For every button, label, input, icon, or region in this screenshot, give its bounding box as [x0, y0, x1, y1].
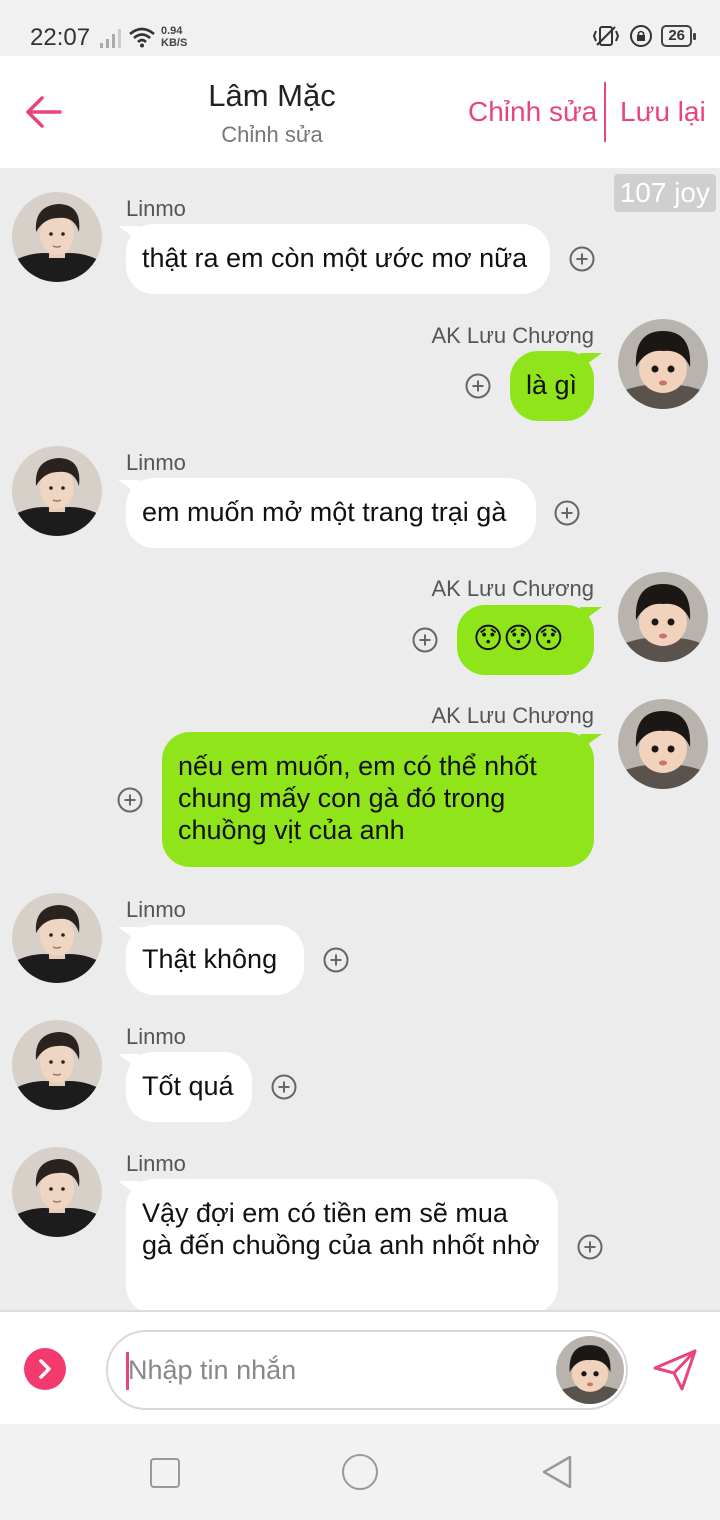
edit-button[interactable]: Chỉnh sửa [468, 96, 597, 128]
joy-badge: 107 joy [613, 174, 716, 212]
network-speed-unit: KB/S [161, 37, 188, 49]
add-circle-icon[interactable] [270, 1073, 298, 1101]
message-bubble[interactable]: Tốt quá [126, 1052, 252, 1122]
vibrate-icon [593, 26, 620, 46]
network-speed-value: 0.94 [161, 25, 183, 37]
rotation-lock-icon [630, 25, 653, 47]
wifi-icon [129, 27, 155, 48]
avatar-linmo[interactable] [12, 1020, 102, 1110]
add-circle-icon[interactable] [464, 372, 492, 400]
sender-name: Linmo [126, 450, 186, 475]
avatar-linmo[interactable] [12, 893, 102, 983]
chevron-right-icon [39, 1359, 51, 1379]
sender-name: Linmo [126, 196, 186, 221]
message-input-container[interactable] [106, 1330, 628, 1410]
sender-name: Linmo [126, 1151, 186, 1176]
add-circle-icon[interactable] [322, 946, 350, 974]
avatar-linmo[interactable] [12, 446, 102, 536]
add-circle-icon[interactable] [116, 786, 144, 814]
page-subtitle: Chỉnh sửa [221, 122, 323, 147]
avatar-linmo[interactable] [12, 192, 102, 282]
signal-icon [100, 29, 121, 48]
status-time: 22:07 [30, 24, 91, 51]
back-arrow-icon[interactable] [22, 90, 66, 134]
message-bubble[interactable]: 😯😯😯 [457, 605, 594, 675]
message-bubble[interactable]: là gì [510, 351, 594, 421]
system-nav-bar [0, 1424, 720, 1520]
add-circle-icon[interactable] [576, 1233, 604, 1261]
message-bubble[interactable]: em muốn mở một trang trại gà [126, 478, 536, 548]
sender-name: Linmo [126, 897, 186, 922]
status-icons: 26 [591, 24, 696, 48]
text-caret [126, 1352, 129, 1390]
nav-back-icon[interactable] [540, 1454, 574, 1490]
recent-apps-button[interactable] [150, 1458, 180, 1488]
status-bar: 22:07 0.94 KB/S 26 [0, 0, 720, 56]
sender-name: AK Lưu Chương [431, 703, 594, 728]
message-bubble[interactable]: Vậy đợi em có tiền em sẽ mua gà đến chuồ… [126, 1179, 558, 1310]
network-speed: 0.94 KB/S [161, 25, 187, 49]
avatar-ak[interactable] [618, 572, 708, 662]
avatar-linmo[interactable] [12, 1147, 102, 1237]
add-circle-icon[interactable] [411, 626, 439, 654]
home-button[interactable] [342, 1454, 378, 1490]
battery-indicator: 26 [661, 25, 696, 47]
message-bubble[interactable]: nếu em muốn, em có thể nhốt chung mấy co… [162, 732, 594, 867]
sender-name: Linmo [126, 1024, 186, 1049]
message-composer [0, 1310, 720, 1424]
message-bubble[interactable]: thật ra em còn một ước mơ nữa [126, 224, 550, 294]
add-circle-icon[interactable] [568, 245, 596, 273]
add-circle-icon[interactable] [553, 499, 581, 527]
page-title: Lâm Mặc [208, 78, 336, 113]
message-input[interactable] [128, 1350, 548, 1390]
avatar-ak[interactable] [618, 319, 708, 409]
sender-name: AK Lưu Chương [431, 323, 594, 348]
header-divider [604, 82, 606, 142]
chat-header: Lâm Mặc Chỉnh sửa Chỉnh sửa Lưu lại [0, 56, 720, 168]
save-button[interactable]: Lưu lại [620, 96, 706, 128]
message-bubble[interactable]: Thật không [126, 925, 304, 995]
expand-button[interactable] [24, 1348, 66, 1390]
send-icon[interactable] [652, 1348, 698, 1392]
avatar-ak[interactable] [618, 699, 708, 789]
message-list[interactable]: 107 joy Linmo thật ra em còn một ước mơ … [0, 168, 720, 1310]
sender-avatar-toggle[interactable] [556, 1336, 624, 1404]
sender-name: AK Lưu Chương [431, 576, 594, 601]
